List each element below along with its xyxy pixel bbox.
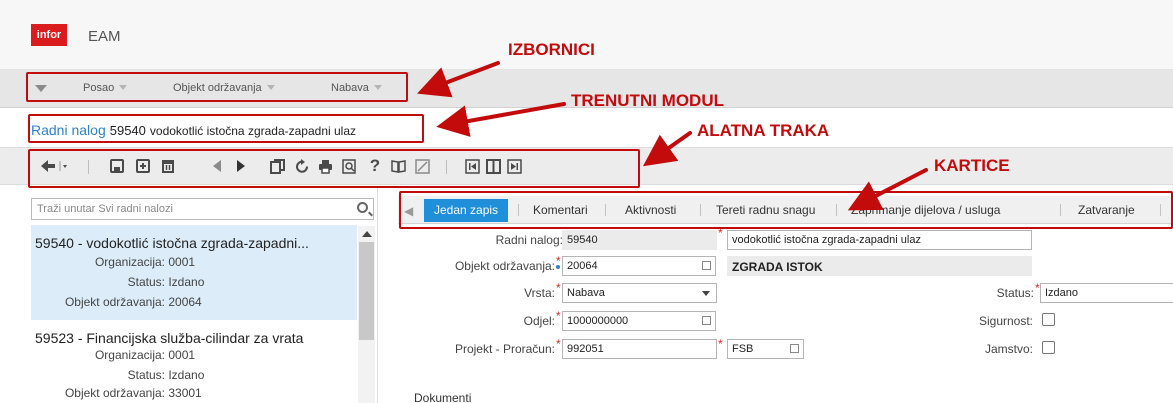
annotation-arrows bbox=[417, 61, 928, 211]
screen: infor EAM Posao Objekt održavanja Nabava… bbox=[0, 0, 1173, 403]
